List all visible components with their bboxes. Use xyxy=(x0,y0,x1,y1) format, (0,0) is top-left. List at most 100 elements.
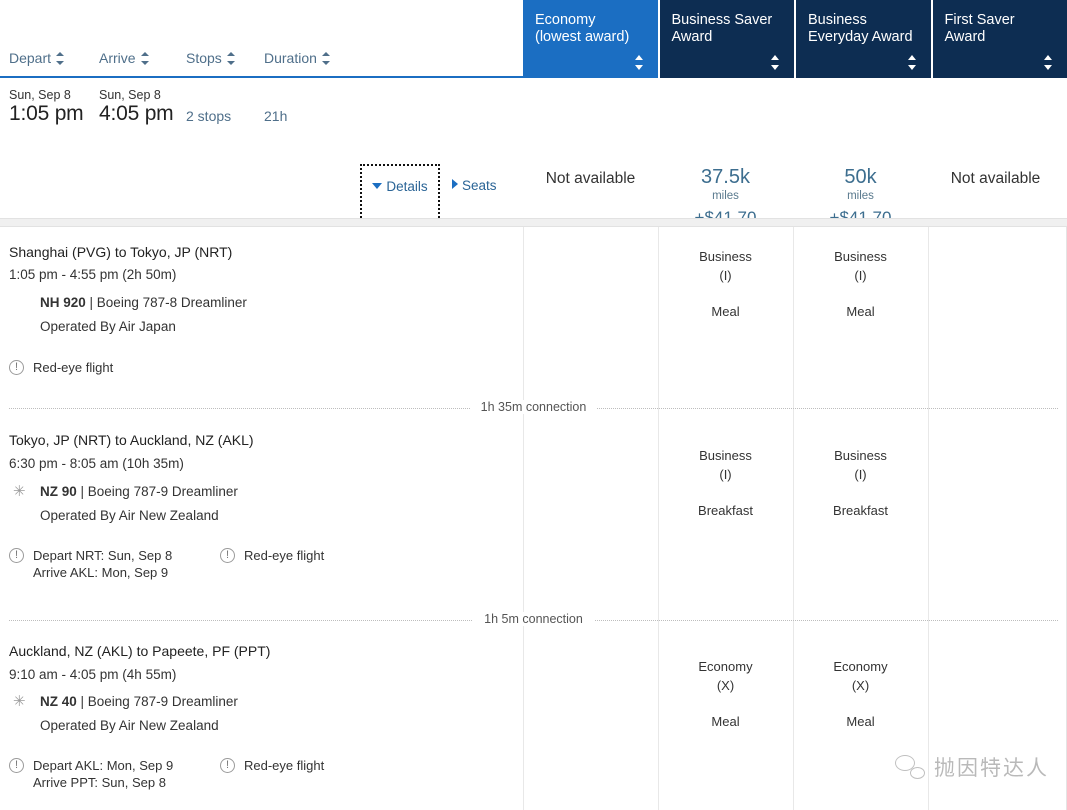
miles-unit-label: miles xyxy=(658,189,793,203)
sort-arrows-icon[interactable] xyxy=(1044,55,1053,70)
fare-tab-business-saver-label: Business Saver Award xyxy=(672,12,785,46)
segment-note: ! Red-eye flight xyxy=(220,547,324,564)
cabin-code: (I) xyxy=(719,467,731,482)
fare-tab-economy[interactable]: Economy (lowest award) xyxy=(523,0,660,78)
segment-note: ! Depart NRT: Sun, Sep 8 Arrive AKL: Mon… xyxy=(9,547,172,581)
sort-column-arrive[interactable]: Arrive xyxy=(99,50,149,66)
meal-label: Meal xyxy=(658,712,793,731)
fare-tab-business-everyday[interactable]: Business Everyday Award xyxy=(796,0,933,78)
fare-tab-business-everyday-label: Business Everyday Award xyxy=(808,12,921,46)
segment-flight-info: NH 920 | Boeing 787-8 Dreamliner xyxy=(40,295,247,310)
info-icon: ! xyxy=(220,548,235,563)
depart-time: 1:05 pm xyxy=(9,102,83,126)
segment-note: ! Red-eye flight xyxy=(220,757,324,774)
segment-times: 6:30 pm - 8:05 am (10h 35m) xyxy=(9,456,184,471)
sort-arrows-icon[interactable] xyxy=(771,55,780,70)
sort-arrows-icon xyxy=(322,52,330,65)
fare-tab-business-saver[interactable]: Business Saver Award xyxy=(660,0,797,78)
cabin-cell: Business (I) Meal xyxy=(658,247,793,321)
segment-note-text: Red-eye flight xyxy=(33,359,113,376)
segment-note-text: Depart NRT: Sun, Sep 8 Arrive AKL: Mon, … xyxy=(33,547,172,581)
segment-flight-info: NZ 90 | Boeing 787-9 Dreamliner xyxy=(40,484,238,499)
sort-arrows-icon xyxy=(227,52,235,65)
meal-label: Meal xyxy=(793,712,928,731)
cabin-cell: Business (I) Meal xyxy=(793,247,928,321)
fare-tab-economy-label: Economy (lowest award) xyxy=(535,12,648,46)
cabin-cell: Economy (X) Meal xyxy=(658,657,793,731)
economy-unavailable-label: Not available xyxy=(523,156,658,188)
flight-segment: Tokyo, JP (NRT) to Auckland, NZ (AKL) 6:… xyxy=(0,432,1067,612)
cabin-cell: Business (I) Breakfast xyxy=(658,446,793,520)
connection-divider: 1h 5m connection xyxy=(0,612,1067,628)
cabin-code: (X) xyxy=(852,678,869,693)
seats-link-label: Seats xyxy=(452,178,497,193)
connection-label: 1h 35m connection xyxy=(470,400,598,414)
info-icon: ! xyxy=(9,360,24,375)
segment-operator: Operated By Air New Zealand xyxy=(40,718,219,733)
cabin-name: Business xyxy=(834,448,887,463)
segment-operator: Operated By Air New Zealand xyxy=(40,508,219,523)
first-saver-unavailable-label: Not available xyxy=(928,156,1063,188)
business-everyday-miles: 50kmiles xyxy=(793,156,928,203)
business-saver-miles: 37.5kmiles xyxy=(658,156,793,203)
miles-unit-label: miles xyxy=(793,189,928,203)
segment-note-text: Red-eye flight xyxy=(244,757,324,774)
cabin-code: (I) xyxy=(719,268,731,283)
cabin-cell: Economy (X) Meal xyxy=(793,657,928,731)
sort-column-depart-label: Depart xyxy=(9,50,51,66)
meal-label: Breakfast xyxy=(793,501,928,520)
flight-details-panel: Shanghai (PVG) to Tokyo, JP (NRT) 1:05 p… xyxy=(0,227,1067,810)
info-icon: ! xyxy=(9,548,24,563)
segment-route: Tokyo, JP (NRT) to Auckland, NZ (AKL) xyxy=(9,432,254,448)
sort-column-depart[interactable]: Depart xyxy=(9,50,64,66)
flight-segment: Shanghai (PVG) to Tokyo, JP (NRT) 1:05 p… xyxy=(0,227,1067,395)
chevron-down-icon xyxy=(372,183,382,189)
segment-operator: Operated By Air Japan xyxy=(40,319,176,334)
depart-date: Sun, Sep 8 xyxy=(9,88,71,102)
segment-flight-info: NZ 40 | Boeing 787-9 Dreamliner xyxy=(40,694,238,709)
info-icon: ! xyxy=(220,758,235,773)
sort-column-stops-label: Stops xyxy=(186,50,222,66)
chevron-right-icon xyxy=(452,179,458,189)
arrive-date: Sun, Sep 8 xyxy=(99,88,161,102)
sort-column-stops[interactable]: Stops xyxy=(186,50,235,66)
flight-segment: Auckland, NZ (AKL) to Papeete, PF (PPT) … xyxy=(0,643,1067,810)
award-flight-results-page: Economy (lowest award) Business Saver Aw… xyxy=(0,0,1067,810)
segment-note: ! Depart AKL: Mon, Sep 9 Arrive PPT: Sun… xyxy=(9,757,173,791)
cabin-name: Economy xyxy=(698,659,752,674)
details-toggle-label: Details xyxy=(372,179,427,194)
cabin-name: Business xyxy=(699,448,752,463)
cabin-code: (I) xyxy=(854,467,866,482)
sort-arrows-icon[interactable] xyxy=(908,55,917,70)
seats-link[interactable]: Seats xyxy=(452,177,497,195)
fare-tab-first-saver[interactable]: First Saver Award xyxy=(933,0,1067,78)
cabin-name: Business xyxy=(834,249,887,264)
cabin-name: Business xyxy=(699,249,752,264)
segment-note-text: Red-eye flight xyxy=(244,547,324,564)
sort-arrows-icon xyxy=(141,52,149,65)
sort-arrows-icon xyxy=(56,52,64,65)
section-divider xyxy=(0,218,1067,227)
meal-label: Meal xyxy=(658,302,793,321)
cabin-name: Economy xyxy=(833,659,887,674)
segment-route: Shanghai (PVG) to Tokyo, JP (NRT) xyxy=(9,244,232,260)
duration-value: 21h xyxy=(264,108,287,124)
segment-times: 9:10 am - 4:05 pm (4h 55m) xyxy=(9,667,176,682)
segment-route: Auckland, NZ (AKL) to Papeete, PF (PPT) xyxy=(9,643,270,659)
meal-label: Meal xyxy=(793,302,928,321)
cabin-code: (X) xyxy=(717,678,734,693)
sort-column-duration-label: Duration xyxy=(264,50,317,66)
segment-times: 1:05 pm - 4:55 pm (2h 50m) xyxy=(9,267,176,282)
stops-value: 2 stops xyxy=(186,108,231,124)
sort-header: Depart Arrive Stops Duration xyxy=(0,44,523,78)
connection-label: 1h 5m connection xyxy=(473,612,594,626)
sort-column-duration[interactable]: Duration xyxy=(264,50,330,66)
meal-label: Breakfast xyxy=(658,501,793,520)
star-alliance-icon: ✳ xyxy=(13,692,26,710)
fare-tab-first-saver-label: First Saver Award xyxy=(945,12,1058,46)
info-icon: ! xyxy=(9,758,24,773)
connection-divider: 1h 35m connection xyxy=(0,400,1067,416)
sort-arrows-icon[interactable] xyxy=(635,55,644,70)
cabin-code: (I) xyxy=(854,268,866,283)
star-alliance-icon: ✳ xyxy=(13,482,26,500)
